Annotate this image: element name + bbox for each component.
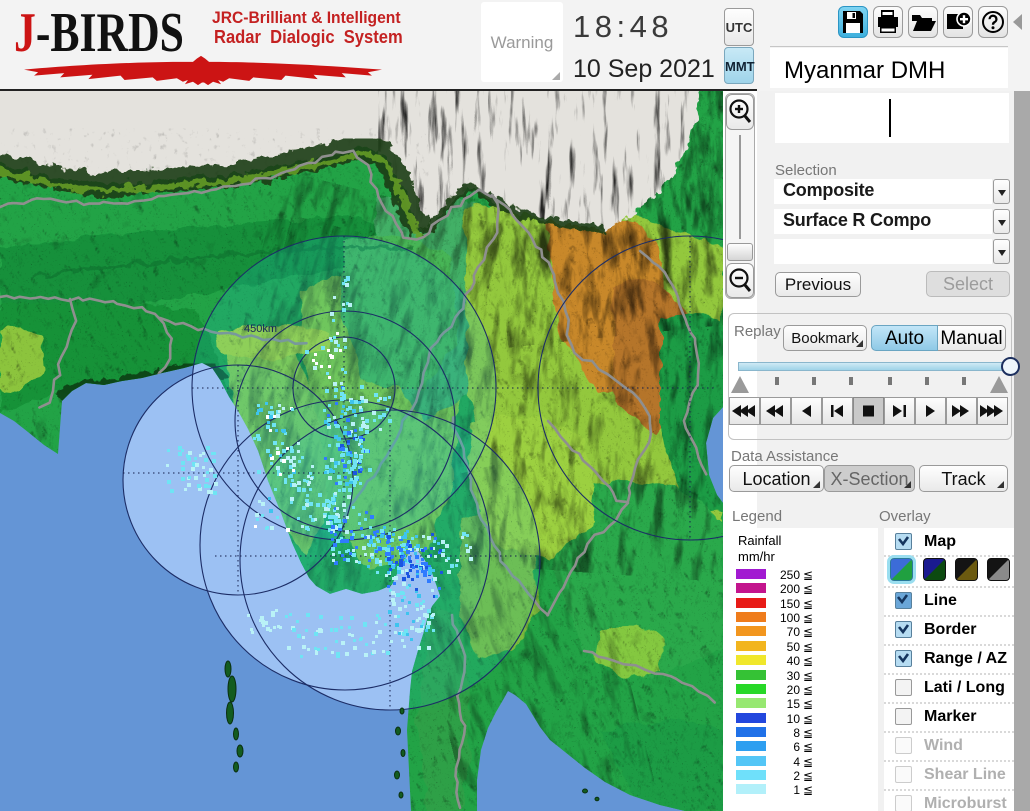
svg-text:450km: 450km xyxy=(244,323,277,335)
